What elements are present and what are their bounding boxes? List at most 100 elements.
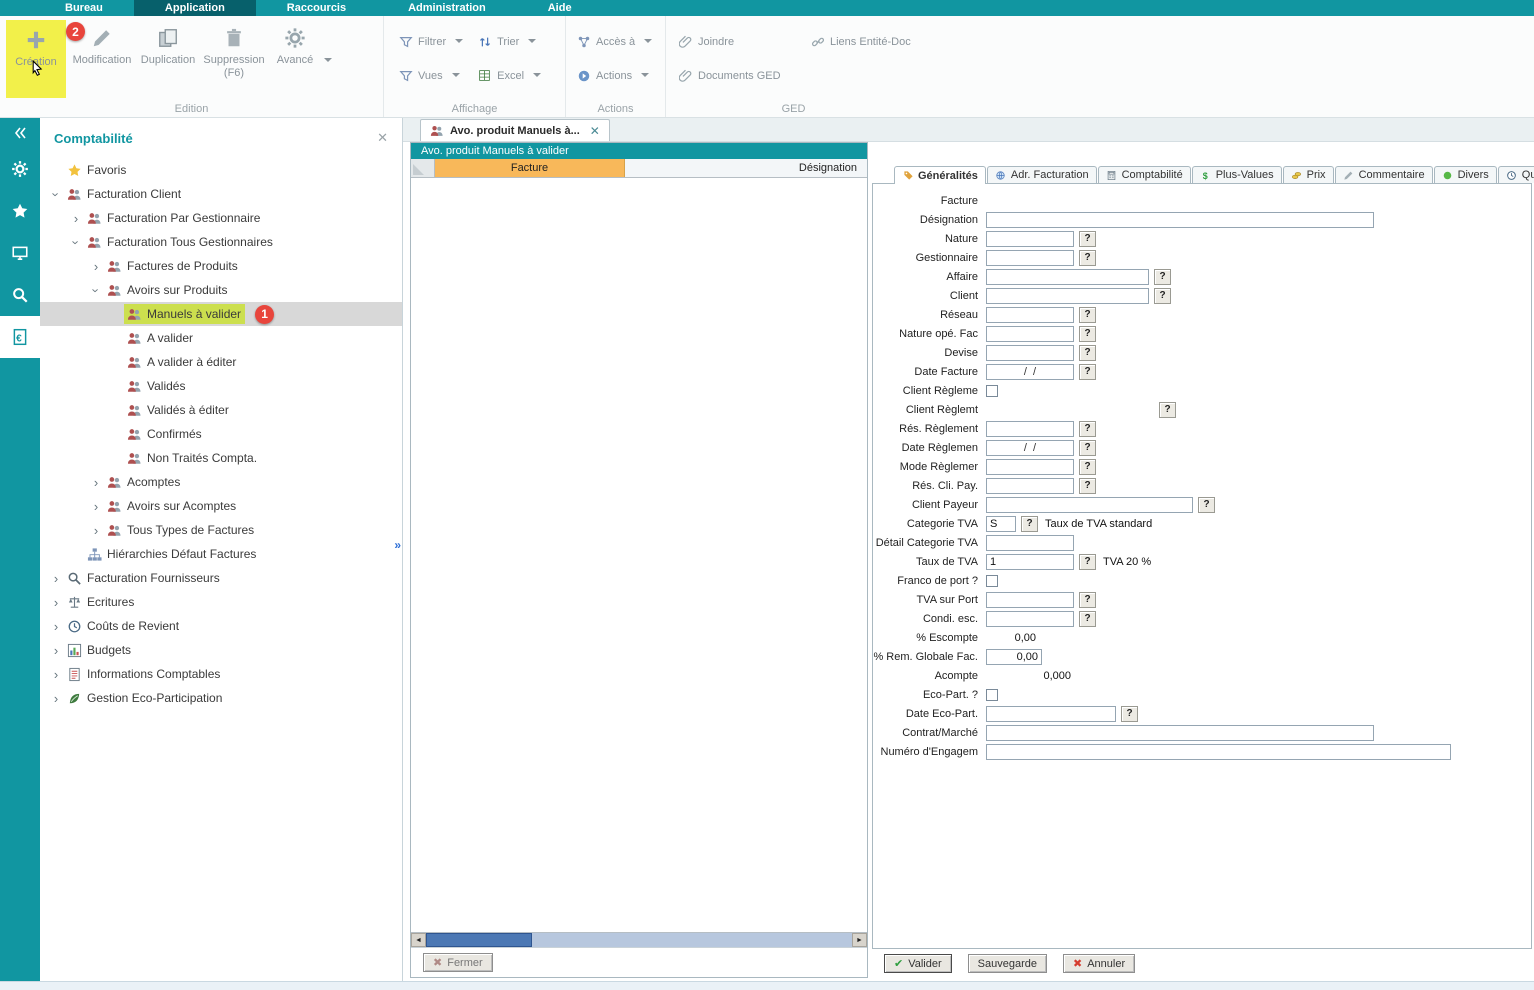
expand-icon[interactable]: › <box>88 259 104 274</box>
gestionnaire-input[interactable] <box>986 250 1074 266</box>
menu-application[interactable]: Application <box>134 0 256 16</box>
valider-button[interactable]: ✔ Valider <box>884 954 952 973</box>
expand-icon[interactable]: › <box>48 691 64 706</box>
document-tab[interactable]: Avo. produit Manuels à... ✕ <box>420 119 610 141</box>
form-tab-plus-values[interactable]: $Plus-Values <box>1192 166 1282 183</box>
tree-item-couts-de-revient[interactable]: ›Coûts de Revient <box>40 614 402 638</box>
nature-help-button[interactable]: ? <box>1079 231 1096 247</box>
tree-item-acomptes[interactable]: ›Acomptes <box>40 470 402 494</box>
client-reglemt-help-button[interactable]: ? <box>1159 402 1176 418</box>
vues-button[interactable]: Vues <box>398 66 463 85</box>
reseau-input[interactable] <box>986 307 1074 323</box>
menu-aide[interactable]: Aide <box>517 0 603 16</box>
nature-ope-fac-input[interactable] <box>986 326 1074 342</box>
excel-dropdown-icon[interactable] <box>533 73 541 81</box>
devise-help-button[interactable]: ? <box>1079 345 1096 361</box>
devise-input[interactable] <box>986 345 1074 361</box>
tree-item-facturation-tous-gestionnaires[interactable]: ›Facturation Tous Gestionnaires <box>40 230 402 254</box>
tree-item-facturation-par-gestionnaire[interactable]: ›Facturation Par Gestionnaire <box>40 206 402 230</box>
expand-icon[interactable]: › <box>88 523 104 538</box>
collapse-icon[interactable]: › <box>89 282 104 298</box>
vues-dropdown-icon[interactable] <box>452 73 460 81</box>
expand-icon[interactable]: › <box>68 211 84 226</box>
nature-input[interactable] <box>986 231 1074 247</box>
expand-icon[interactable]: › <box>88 499 104 514</box>
excel-button[interactable]: Excel <box>477 66 541 85</box>
tva-sur-port-help-button[interactable]: ? <box>1079 592 1096 608</box>
suppression-button[interactable]: Suppression (F6) <box>204 18 264 101</box>
collapse-icon[interactable]: › <box>49 186 64 202</box>
expand-icon[interactable]: › <box>48 619 64 634</box>
trier-button[interactable]: Trier <box>477 32 541 51</box>
documents-ged-button[interactable]: Documents GED <box>678 66 796 85</box>
expand-icon[interactable]: › <box>88 475 104 490</box>
panel-resize-indicator[interactable]: » <box>394 538 401 552</box>
designation-input[interactable] <box>986 212 1374 228</box>
collapse-icon[interactable]: › <box>69 234 84 250</box>
expand-icon[interactable]: › <box>48 667 64 682</box>
eco-part-checkbox[interactable] <box>986 689 998 701</box>
affaire-input[interactable] <box>986 269 1149 285</box>
detail-categorie-tva-input[interactable] <box>986 535 1074 551</box>
affaire-help-button[interactable]: ? <box>1154 269 1171 285</box>
column-header-designation[interactable]: Désignation <box>625 159 867 177</box>
mode-reglemer-help-button[interactable]: ? <box>1079 459 1096 475</box>
filtrer-button[interactable]: Filtrer <box>398 32 463 51</box>
date-reglemen-help-button[interactable]: ? <box>1079 440 1096 456</box>
tree-item-a-valider[interactable]: A valider <box>40 326 402 350</box>
avance-button[interactable]: Avancé <box>270 18 320 67</box>
numero-d-engagem-input[interactable] <box>986 744 1451 760</box>
tree-item-informations-comptables[interactable]: ›Informations Comptables <box>40 662 402 686</box>
tree-item-hierarchies-defaut-factures[interactable]: Hiérarchies Défaut Factures <box>40 542 402 566</box>
filtrer-dropdown-icon[interactable] <box>455 39 463 47</box>
tree-item-ecritures[interactable]: ›Ecritures <box>40 590 402 614</box>
collapse-panel-button[interactable] <box>0 118 40 148</box>
module-favorites-button[interactable] <box>0 190 40 232</box>
joindre-button[interactable]: Joindre <box>678 32 796 51</box>
avance-dropdown-icon[interactable] <box>324 58 332 66</box>
column-header-facture[interactable]: Facture <box>435 159 625 177</box>
sauvegarde-button[interactable]: Sauvegarde <box>968 954 1047 973</box>
nature-ope-fac-help-button[interactable]: ? <box>1079 326 1096 342</box>
client-payeur-input[interactable] <box>986 497 1193 513</box>
date-reglemen-input[interactable] <box>986 440 1074 456</box>
acces-a-dropdown-icon[interactable] <box>644 39 652 47</box>
categorie-tva-input[interactable] <box>986 516 1016 532</box>
client-regleme-checkbox[interactable] <box>986 385 998 397</box>
condi-esc-input[interactable] <box>986 611 1074 627</box>
form-tab-prix[interactable]: Prix <box>1283 166 1334 183</box>
tree-item-budgets[interactable]: ›Budgets <box>40 638 402 662</box>
module-search-button[interactable] <box>0 274 40 316</box>
tree-item-avoirs-sur-produits[interactable]: ›Avoirs sur Produits <box>40 278 402 302</box>
actions-button[interactable]: Actions <box>576 66 661 85</box>
actions-dropdown-icon[interactable] <box>641 73 649 81</box>
menu-administration[interactable]: Administration <box>377 0 517 16</box>
date-eco-part-input[interactable] <box>986 706 1116 722</box>
mode-reglemer-input[interactable] <box>986 459 1074 475</box>
liens-entite-doc-button[interactable]: Liens Entité-Doc <box>810 32 911 51</box>
tree-item-valides-a-editer[interactable]: Validés à éditer <box>40 398 402 422</box>
scroll-left-button[interactable]: ◄ <box>411 933 426 947</box>
expand-icon[interactable]: › <box>48 643 64 658</box>
tree-item-avoirs-sur-acomptes[interactable]: ›Avoirs sur Acomptes <box>40 494 402 518</box>
categorie-tva-help-button[interactable]: ? <box>1021 516 1038 532</box>
franco-de-port-checkbox[interactable] <box>986 575 998 587</box>
form-tab-adr-facturation[interactable]: Adr. Facturation <box>987 166 1097 183</box>
annuler-button[interactable]: ✖ Annuler <box>1063 954 1135 973</box>
tree-item-facturation-fournisseurs[interactable]: ›Facturation Fournisseurs <box>40 566 402 590</box>
module-settings-button[interactable] <box>0 148 40 190</box>
column-selector-corner[interactable] <box>411 159 435 177</box>
client-input[interactable] <box>986 288 1149 304</box>
scrollbar-track[interactable] <box>426 933 852 947</box>
tree-item-favoris[interactable]: Favoris <box>40 158 402 182</box>
tva-sur-port-input[interactable] <box>986 592 1074 608</box>
res-cli-pay-input[interactable] <box>986 478 1074 494</box>
tree-item-factures-de-produits[interactable]: ›Factures de Produits <box>40 254 402 278</box>
reseau-help-button[interactable]: ? <box>1079 307 1096 323</box>
menu-raccourcis[interactable]: Raccourcis <box>256 0 377 16</box>
duplication-button[interactable]: Duplication <box>138 18 198 101</box>
expand-icon[interactable]: › <box>48 595 64 610</box>
module-comptabilite-button[interactable]: € <box>0 316 40 358</box>
module-desktop-button[interactable] <box>0 232 40 274</box>
tree-item-a-valider-a-editer[interactable]: A valider à éditer <box>40 350 402 374</box>
